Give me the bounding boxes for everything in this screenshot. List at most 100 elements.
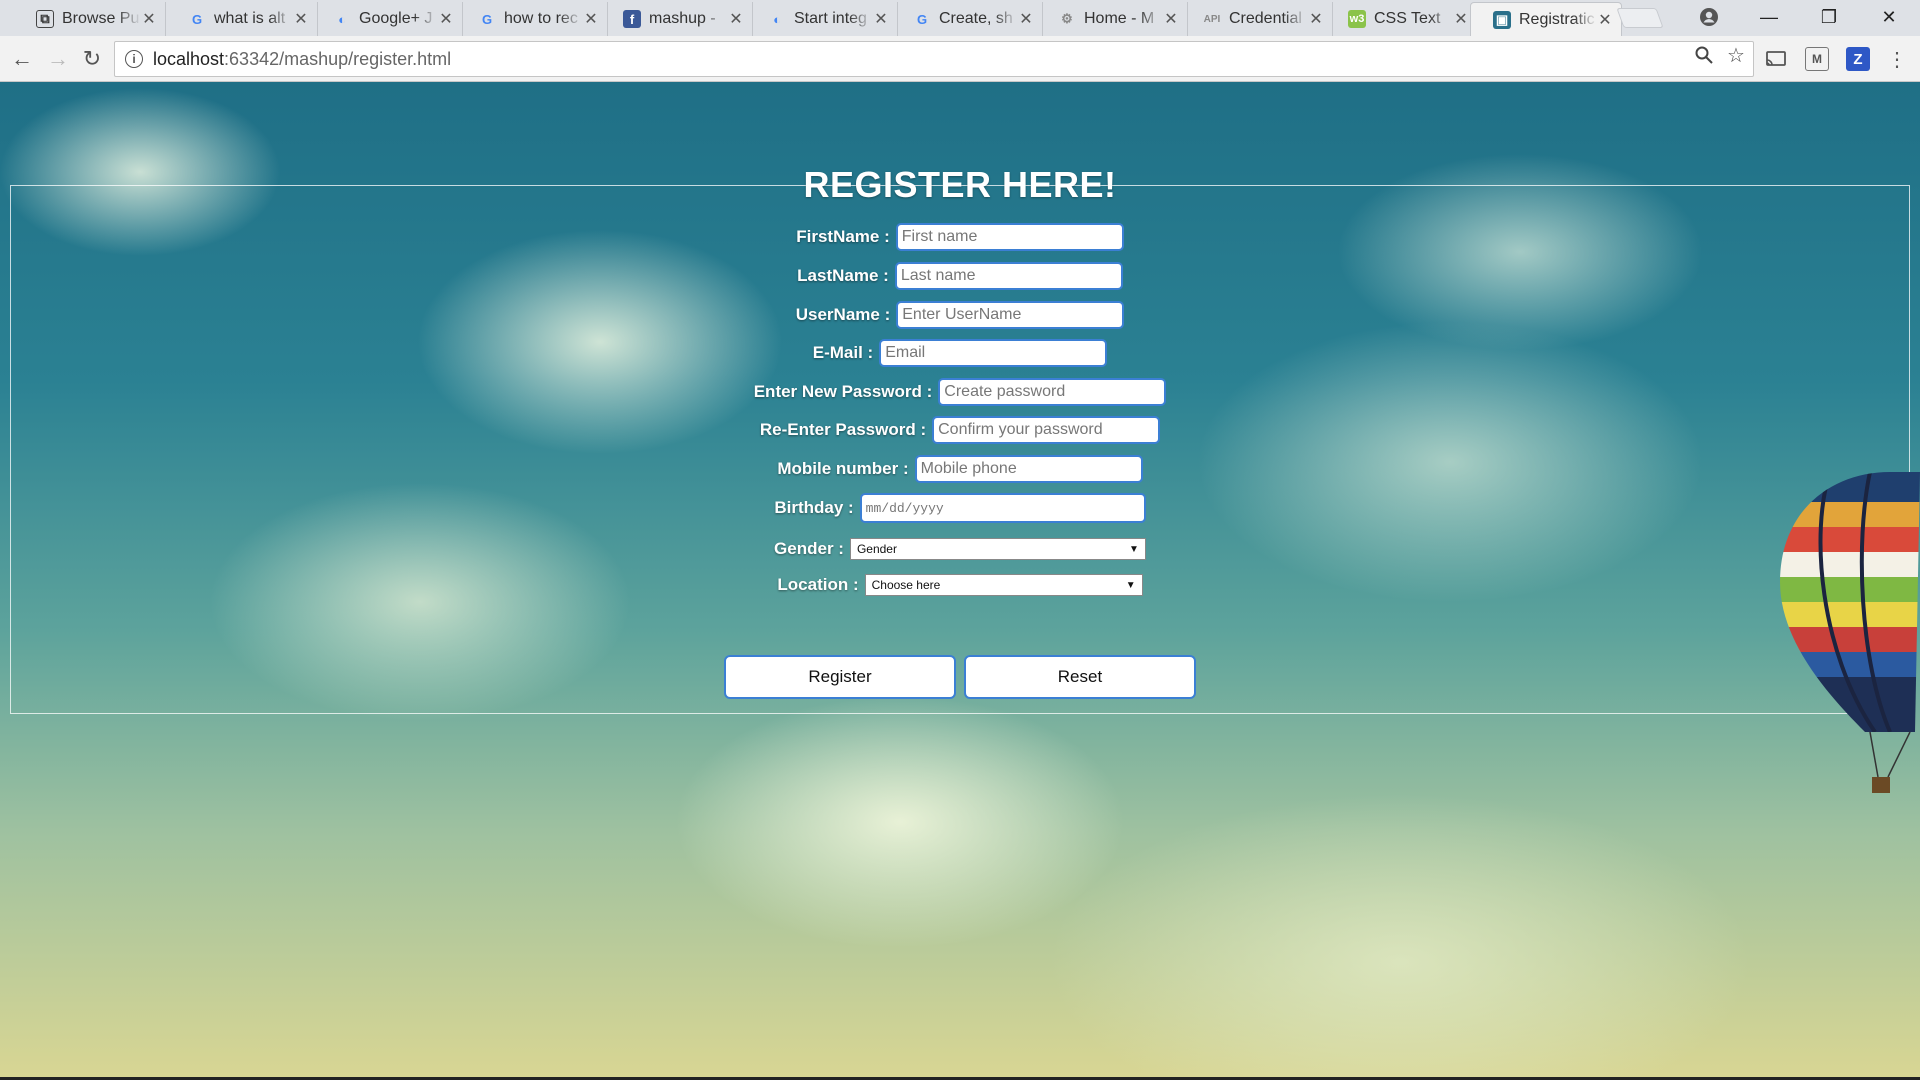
gender-label: Gender : [774, 539, 844, 558]
google-icon: G [916, 11, 928, 27]
location-selected: Choose here [871, 578, 941, 592]
location-select[interactable]: Choose here ▼ [864, 574, 1143, 596]
address-bar[interactable]: i localhost:63342/mashup/register.html [114, 41, 1754, 77]
tab-title: Home - M [1084, 10, 1155, 27]
firstname-row: FirstName : [0, 222, 1920, 252]
tab-title: what is alt [214, 10, 286, 27]
w3-icon: w3 [1348, 10, 1366, 28]
gear-icon: ⚙ [1061, 11, 1073, 26]
gender-selected: Gender [856, 542, 897, 556]
mobile-input[interactable] [914, 455, 1143, 483]
new-password-input[interactable] [938, 378, 1167, 406]
extension-z-icon[interactable]: Z [1846, 47, 1870, 71]
tab-title: Google+ J [359, 10, 433, 27]
api-icon: API [1203, 13, 1221, 25]
browser-toolbar: ← → ↻ i localhost:63342/mashup/register.… [0, 36, 1920, 82]
tab-browse[interactable]: ⧉ Browse Pu ✕ [14, 2, 166, 36]
close-icon[interactable]: ✕ [1453, 9, 1469, 29]
tab-create-sh[interactable]: G Create, sh ✕ [891, 2, 1043, 36]
close-icon[interactable]: ✕ [583, 9, 599, 29]
extension-m-icon[interactable]: M [1805, 47, 1829, 71]
new-password-row: Enter New Password : [0, 377, 1920, 407]
google-icon: G [191, 11, 203, 27]
close-icon[interactable]: ✕ [141, 9, 157, 29]
location-row: Location : Choose here ▼ [0, 570, 1920, 600]
url-path: :63342/mashup/register.html [224, 48, 452, 69]
page-icon: ⧉ [36, 10, 54, 28]
lastname-row: LastName : [0, 261, 1920, 291]
hot-air-balloon-image [1780, 472, 1920, 793]
confirm-password-label: Re-Enter Password : [759, 420, 927, 439]
page-viewport: REGISTER HERE! FirstName : LastName : Us… [0, 82, 1920, 1080]
username-label: UserName : [795, 305, 891, 324]
tab-credential[interactable]: API Credential ✕ [1181, 2, 1333, 36]
tab-title: CSS Text [1374, 10, 1441, 27]
minimize-icon[interactable]: — [1746, 0, 1792, 34]
close-icon[interactable]: ✕ [1597, 10, 1613, 30]
back-icon[interactable]: ← [8, 45, 36, 73]
lastname-input[interactable] [894, 262, 1123, 290]
tab-mashup[interactable]: f mashup - ✕ [601, 2, 753, 36]
url-host: localhost [153, 48, 225, 69]
close-icon[interactable]: ✕ [1163, 9, 1179, 29]
close-icon[interactable]: ✕ [873, 9, 889, 29]
menu-icon[interactable]: ⋮ [1885, 47, 1909, 71]
page-icon: ▣ [1493, 11, 1511, 29]
close-icon[interactable]: ✕ [1308, 9, 1324, 29]
window-close-icon[interactable]: ✕ [1866, 0, 1912, 34]
zoom-icon[interactable] [1692, 43, 1716, 67]
reload-icon[interactable]: ↻ [78, 45, 106, 73]
tab-google-plus[interactable]: ◐ Google+ J ✕ [311, 2, 463, 36]
tab-title: Credential [1229, 10, 1302, 27]
confirm-password-row: Re-Enter Password : [0, 415, 1920, 445]
mobile-label: Mobile number : [777, 459, 909, 478]
birthday-row: Birthday : [0, 493, 1920, 523]
tab-start-integ[interactable]: ◐ Start integ ✕ [746, 2, 898, 36]
tab-home[interactable]: ⚙ Home - M ✕ [1036, 2, 1188, 36]
email-label: E-Mail : [812, 343, 874, 362]
location-label: Location : [777, 575, 859, 594]
firstname-label: FirstName : [796, 227, 890, 246]
tab-css-text[interactable]: w3 CSS Text ✕ [1326, 2, 1478, 36]
new-tab-button[interactable] [1616, 8, 1664, 28]
restore-icon[interactable]: ❐ [1806, 0, 1852, 34]
tab-title: Create, sh [939, 10, 1013, 27]
tab-title: mashup - [649, 10, 716, 27]
firstname-input[interactable] [895, 223, 1124, 251]
info-icon[interactable]: i [125, 50, 143, 68]
confirm-password-input[interactable] [932, 416, 1161, 444]
tab-what-is-alt[interactable]: G what is alt ✕ [166, 2, 318, 36]
email-input[interactable] [879, 339, 1108, 367]
google-icon: G [481, 11, 493, 27]
dropdown-arrow-icon: ▼ [1125, 579, 1136, 591]
bookmark-star-icon[interactable]: ☆ [1724, 43, 1748, 67]
facebook-icon: f [623, 10, 641, 28]
close-icon[interactable]: ✕ [293, 9, 309, 29]
dropdown-arrow-icon: ▼ [1129, 543, 1139, 555]
close-icon[interactable]: ✕ [728, 9, 744, 29]
cast-icon[interactable] [1764, 47, 1788, 71]
tab-title: how to rec [504, 10, 578, 27]
email-row: E-Mail : [0, 338, 1920, 368]
forward-icon[interactable]: → [44, 45, 72, 73]
new-password-label: Enter New Password : [753, 382, 933, 401]
form-title-text: REGISTER HERE! [803, 164, 1117, 205]
tab-how-to-rec[interactable]: G how to rec ✕ [456, 2, 608, 36]
chrome-icon: ◐ [338, 11, 346, 27]
tab-registration[interactable]: ▣ Registratic ✕ [1470, 2, 1622, 37]
username-row: UserName : [0, 300, 1920, 330]
register-button[interactable]: Register [724, 655, 956, 699]
birthday-input[interactable] [859, 493, 1146, 523]
reset-button[interactable]: Reset [964, 655, 1196, 699]
profile-icon[interactable] [1686, 0, 1732, 34]
chrome-icon: ◐ [773, 11, 781, 27]
form-title: REGISTER HERE! [0, 164, 1920, 206]
mobile-row: Mobile number : [0, 454, 1920, 484]
gender-select[interactable]: Gender ▼ [849, 538, 1146, 560]
close-icon[interactable]: ✕ [438, 9, 454, 29]
close-icon[interactable]: ✕ [1018, 9, 1034, 29]
tab-strip: ⧉ Browse Pu ✕ G what is alt ✕ ◐ Google+ … [0, 0, 1920, 37]
tab-title: Registratic [1519, 11, 1595, 28]
username-input[interactable] [896, 301, 1125, 329]
tab-title: Browse Pu [62, 10, 140, 27]
